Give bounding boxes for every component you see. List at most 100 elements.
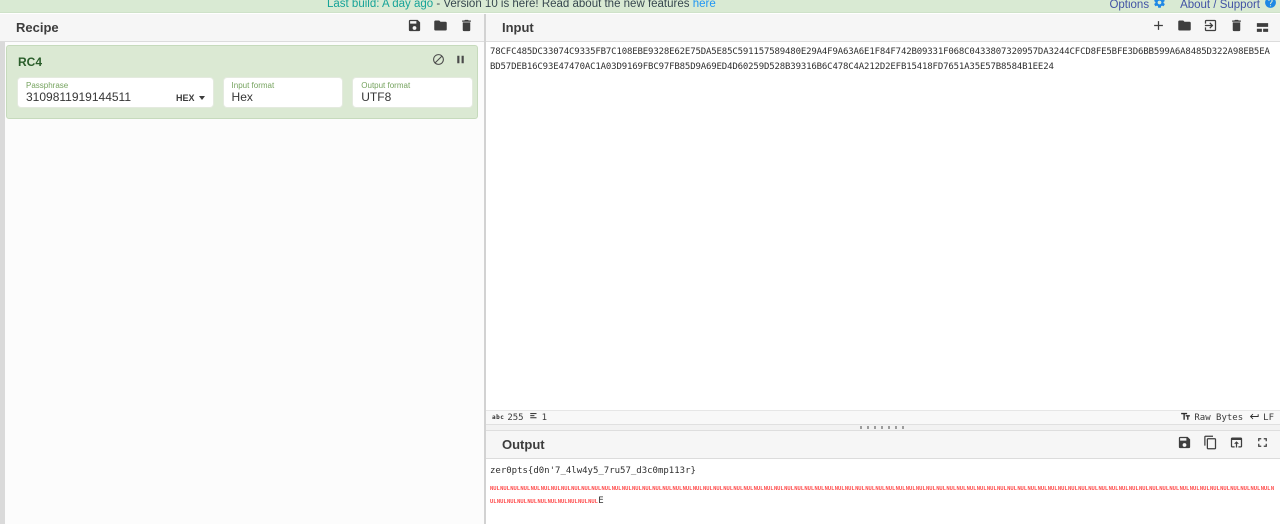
add-input-button[interactable]: [1150, 20, 1166, 36]
about-support-button[interactable]: About / Support: [1180, 0, 1277, 13]
operation-name: RC4: [18, 55, 432, 69]
trash-icon: [1229, 18, 1244, 38]
nul-control-char: NUL: [1210, 486, 1220, 492]
nul-control-char: NUL: [794, 486, 804, 492]
last-build-link[interactable]: Last build: A day ago: [327, 0, 433, 10]
nul-control-char: NUL: [568, 499, 578, 505]
tabs-icon[interactable]: [1254, 20, 1270, 36]
nul-control-char: NUL: [632, 486, 642, 492]
nul-control-char: NUL: [507, 499, 517, 505]
input-format-value[interactable]: Hex: [232, 90, 335, 105]
io-pane: Input 78CFC485DC33074C9335FB7C108EBE9328…: [486, 14, 1280, 524]
breakpoint-pause-icon[interactable]: [454, 53, 467, 71]
replace-input-button[interactable]: [1228, 437, 1244, 453]
nul-control-char: NUL: [581, 486, 591, 492]
nul-control-char: NUL: [764, 486, 774, 492]
recipe-pane: Recipe RC4 Passphrase: [0, 14, 484, 524]
nul-control-char: NUL: [855, 486, 865, 492]
maximise-output-button[interactable]: [1254, 437, 1270, 453]
output-title: Output: [502, 437, 1176, 452]
nul-control-char: NUL: [845, 486, 855, 492]
drag-handle-icon[interactable]: [860, 426, 906, 429]
nul-control-char: NUL: [652, 486, 662, 492]
passphrase-field[interactable]: Passphrase 3109811919144511 HEX: [17, 77, 214, 108]
recipe-list: RC4 Passphrase 3109811919144511 HEX: [0, 42, 484, 524]
banner-message: Last build: A day ago - Version 10 is he…: [327, 0, 716, 13]
version-announcement: - Version 10 is here! Read about the new…: [436, 0, 689, 10]
recipe-header: Recipe: [0, 14, 484, 42]
nul-control-char: NUL: [997, 486, 1007, 492]
output-format-field[interactable]: Output format UTF8: [352, 77, 473, 108]
char-count-icon: abc: [492, 414, 504, 421]
input-area[interactable]: 78CFC485DC33074C9335FB7C108EBE9328E62E75…: [486, 42, 1280, 410]
clear-recipe-button[interactable]: [458, 20, 474, 36]
nul-control-char: NUL: [490, 486, 500, 492]
input-header: Input: [486, 14, 1280, 42]
input-text[interactable]: 78CFC485DC33074C9335FB7C108EBE9328E62E75…: [486, 42, 1276, 74]
output-control-line: NULNULNULNULNULNULNULNULNULNULNULNULNULN…: [486, 478, 1280, 507]
nul-control-char: NUL: [1088, 486, 1098, 492]
recipe-gutter: [0, 42, 5, 524]
save-icon: [407, 18, 422, 38]
operation-rc4[interactable]: RC4 Passphrase 3109811919144511 HEX: [6, 45, 478, 119]
save-output-button[interactable]: [1176, 437, 1192, 453]
clear-io-button[interactable]: [1228, 20, 1244, 36]
eol-selector[interactable]: LF: [1249, 411, 1274, 425]
nul-control-char: NUL: [926, 486, 936, 492]
nul-control-char: NUL: [865, 486, 875, 492]
nul-control-char: NUL: [1058, 486, 1068, 492]
nul-control-char: NUL: [1129, 486, 1139, 492]
open-folder-button[interactable]: [1176, 20, 1192, 36]
output-header: Output: [486, 431, 1280, 459]
nul-control-char: NUL: [500, 486, 510, 492]
nul-control-char: NUL: [1078, 486, 1088, 492]
replace-input-icon: [1229, 435, 1244, 455]
nul-control-char: NUL: [1109, 486, 1119, 492]
nul-control-char: NUL: [987, 486, 997, 492]
nul-control-char: NUL: [825, 486, 835, 492]
nul-control-char: NUL: [1251, 486, 1261, 492]
plus-icon: [1151, 18, 1166, 38]
eol-value: LF: [1263, 413, 1274, 423]
nul-control-char: NUL: [896, 486, 906, 492]
char-count: abc 255: [492, 413, 524, 423]
nul-control-char: NUL: [1027, 486, 1037, 492]
load-recipe-button[interactable]: [432, 20, 448, 36]
encoding-selector[interactable]: Raw Bytes: [1180, 411, 1243, 425]
passphrase-value[interactable]: 3109811919144511: [26, 90, 176, 105]
nul-control-char: NUL: [774, 486, 784, 492]
nul-control-char: NUL: [835, 486, 845, 492]
nul-control-char: NUL: [520, 486, 530, 492]
gear-icon: [1153, 0, 1166, 13]
nul-control-char: NUL: [1119, 486, 1129, 492]
nul-control-char: NUL: [642, 486, 652, 492]
open-file-button[interactable]: [1202, 20, 1218, 36]
disable-operation-icon[interactable]: [432, 53, 445, 71]
new-features-link[interactable]: here: [693, 0, 716, 10]
output-area: zer0pts{d0n'7_4lw4y5_7ru57_d3c0mp113r} N…: [486, 459, 1280, 524]
input-format-field[interactable]: Input format Hex: [223, 77, 344, 108]
passphrase-type-dropdown[interactable]: HEX: [176, 93, 205, 103]
nul-control-char: NUL: [723, 486, 733, 492]
options-button[interactable]: Options: [1109, 0, 1166, 13]
text-encoding-icon: [1180, 411, 1191, 425]
input-status-bar: abc 255 1 Raw Bytes LF: [486, 410, 1280, 424]
nul-control-char: NUL: [531, 486, 541, 492]
nul-control-char: NUL: [916, 486, 926, 492]
nul-control-char: NUL: [1017, 486, 1027, 492]
nul-control-char: NUL: [1068, 486, 1078, 492]
io-splitter[interactable]: [486, 424, 1280, 431]
nul-control-char: NUL: [744, 486, 754, 492]
line-count-value: 1: [542, 413, 547, 423]
chevron-down-icon: [199, 96, 205, 100]
nul-control-char: NUL: [1190, 486, 1200, 492]
nul-control-char: NUL: [967, 486, 977, 492]
nul-control-char: NUL: [946, 486, 956, 492]
output-format-value[interactable]: UTF8: [361, 90, 464, 105]
passphrase-type-value: HEX: [176, 93, 195, 103]
save-recipe-button[interactable]: [406, 20, 422, 36]
nul-control-char: NUL: [578, 499, 588, 505]
nul-control-char: NUL: [1240, 486, 1250, 492]
nul-control-char: NUL: [527, 499, 537, 505]
copy-output-button[interactable]: [1202, 437, 1218, 453]
